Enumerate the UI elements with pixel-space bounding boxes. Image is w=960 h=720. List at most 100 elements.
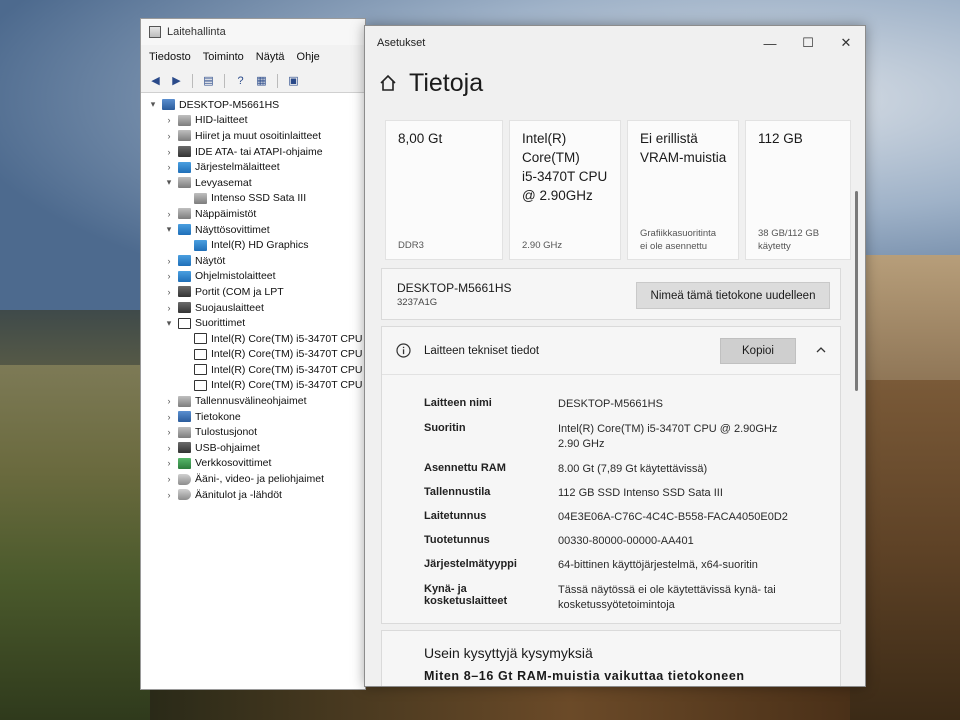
chevron-right-icon[interactable]: › [163,396,175,406]
tree-device[interactable]: Intenso SSD Sata III [141,191,365,207]
cpu-card-value: Intel(R) Core(TM) i5-3470T CPU @ 2.90GHz [522,131,608,203]
tree-category[interactable]: › Tulostusjonot [141,424,365,440]
tree-root[interactable]: ▾ DESKTOP-M5661HS [141,97,365,113]
tree-category[interactable]: › Tallennusvälineohjaimet [141,393,365,409]
tree-item-label: Portit (COM ja LPT [195,285,284,298]
spec-value[interactable]: 8.00 Gt (7,89 Gt käytettävissä) [558,462,808,477]
properties-icon[interactable]: ▤ [200,73,217,88]
tree-item-label: Intel(R) Core(TM) i5-3470T CPU [211,363,363,376]
home-icon[interactable] [379,74,397,92]
tree-category[interactable]: › Portit (COM ja LPT [141,284,365,300]
view-icon[interactable]: ▦ [253,73,270,88]
tree-category[interactable]: › Ohjelmistolaitteet [141,269,365,285]
tree-device[interactable]: Intel(R) Core(TM) i5-3470T CPU [141,347,365,363]
device-tree: ▾ DESKTOP-M5661HS › HID-laitteet › Hiiret ja … [141,93,365,689]
sound-icon [178,473,191,485]
tree-category[interactable]: › HID-laitteet [141,113,365,129]
chevron-up-icon[interactable] [814,343,828,357]
tree-category[interactable]: › IDE ATA- tai ATAPI-ohjaime [141,144,365,160]
chevron-right-icon[interactable]: › [163,474,175,484]
rename-pc-button[interactable]: Nimeä tämä tietokone uudelleen [636,282,830,309]
settings-window-title: Asetukset [377,37,426,49]
tree-category[interactable]: › Näytöt [141,253,365,269]
tree-device[interactable]: Intel(R) Core(TM) i5-3470T CPU [141,378,365,394]
cpu-card: Intel(R) Core(TM) i5-3470T CPU @ 2.90GHz… [509,120,621,260]
settings-titlebar[interactable]: Asetukset — ☐ ✕ [365,26,865,60]
device-manager-title: Laitehallinta [167,26,226,38]
chevron-right-icon[interactable]: › [163,412,175,422]
ram-card-sub: DDR3 [398,240,424,251]
device-manager-titlebar[interactable]: Laitehallinta [141,19,365,45]
scan-hardware-icon[interactable]: ▣ [285,73,302,88]
chevron-down-icon[interactable]: ▾ [147,99,159,110]
chevron-right-icon[interactable]: › [163,271,175,281]
spec-value[interactable]: Intel(R) Core(TM) i5-3470T CPU @ 2.90GHz… [558,422,808,452]
spec-value[interactable]: 04E3E06A-C76C-4C4C-B558-FACA4050E0D2 [558,510,808,525]
tree-category[interactable]: › Hiiret ja muut osoitinlaitteet [141,128,365,144]
menu-file[interactable]: Tiedosto [149,51,191,63]
tree-category[interactable]: › Tietokone [141,409,365,425]
chevron-right-icon[interactable]: › [163,287,175,297]
chevron-right-icon[interactable]: › [163,458,175,468]
device-manager-menubar: Tiedosto Toiminto Näytä Ohje [141,45,365,69]
help-icon[interactable]: ? [232,73,249,88]
faq-question-link[interactable]: Miten 8–16 Gt RAM-muistia vaikuttaa tiet… [424,669,745,683]
menu-help[interactable]: Ohje [297,51,320,63]
tree-category[interactable]: › USB-ohjaimet [141,440,365,456]
spec-value[interactable]: 00330-80000-00000-AA401 [558,534,808,549]
tree-category[interactable]: ▾ Levyasemat [141,175,365,191]
tree-item-label: Intel(R) Core(TM) i5-3470T CPU [211,379,363,392]
chevron-right-icon[interactable]: › [163,209,175,219]
tree-category[interactable]: › Näppäimistöt [141,206,365,222]
chevron-down-icon[interactable]: ▾ [163,177,175,188]
copy-button[interactable]: Kopioi [720,338,796,364]
menu-action[interactable]: Toiminto [203,51,244,63]
tree-item-label: Intel(R) Core(TM) i5-3470T CPU [211,332,363,345]
chevron-right-icon[interactable]: › [163,490,175,500]
chevron-right-icon[interactable]: › [163,256,175,266]
device-specs-header[interactable]: Laitteen tekniset tiedot Kopioi [382,327,840,375]
spec-value[interactable]: Tässä näytössä ei ole käytettävissä kynä… [558,583,808,613]
storage-card: 112 GB 38 GB/112 GB käytetty [745,120,851,260]
tree-item-label: Ohjelmistolaitteet [195,270,276,283]
spec-value[interactable]: 64-bittinen käyttöjärjestelmä, x64-suori… [558,558,808,573]
tree-device[interactable]: Intel(R) HD Graphics [141,237,365,253]
device-specs-title: Laitteen tekniset tiedot [424,344,540,357]
chevron-right-icon[interactable]: › [163,427,175,437]
forward-arrow-icon[interactable]: ▶ [168,73,185,88]
spec-value[interactable]: 112 GB SSD Intenso SSD Sata III [558,486,808,501]
tree-category[interactable]: › Ääni-, video- ja peliohjaimet [141,471,365,487]
tree-device[interactable]: Intel(R) Core(TM) i5-3470T CPU [141,331,365,347]
tree-device[interactable]: Intel(R) Core(TM) i5-3470T CPU [141,362,365,378]
system-devices-icon [178,161,191,173]
tree-category[interactable]: › Suojauslaitteet [141,300,365,316]
tree-category[interactable]: › Äänitulot ja -lähdöt [141,487,365,503]
spec-label: Kynä- ja kosketuslaitteet [424,583,508,607]
device-manager-window: Laitehallinta Tiedosto Toiminto Näytä Oh… [140,18,366,690]
tree-category[interactable]: ▾ Suorittimet [141,315,365,331]
menu-view[interactable]: Näytä [256,51,285,63]
spec-value[interactable]: DESKTOP-M5661HS [558,397,808,412]
tree-category[interactable]: › Järjestelmälaitteet [141,159,365,175]
faq-title: Usein kysyttyjä kysymyksiä [424,645,593,661]
tree-category[interactable]: ▾ Näyttösovittimet [141,222,365,238]
ram-card: 8,00 Gt DDR3 [385,120,503,260]
settings-scrollbar[interactable] [855,191,858,391]
chevron-right-icon[interactable]: › [163,162,175,172]
chevron-down-icon[interactable]: ▾ [163,224,175,235]
chevron-down-icon[interactable]: ▾ [163,318,175,329]
minimize-icon[interactable]: — [751,26,789,60]
maximize-icon[interactable]: ☐ [789,26,827,60]
chevron-right-icon[interactable]: › [163,147,175,157]
chevron-right-icon[interactable]: › [163,115,175,125]
back-arrow-icon[interactable]: ◀ [147,73,164,88]
chevron-right-icon[interactable]: › [163,303,175,313]
close-icon[interactable]: ✕ [827,26,865,60]
audio-io-icon [178,489,191,501]
desktop-valley [0,365,160,720]
spec-label: Järjestelmätyyppi [424,558,517,570]
window-controls: — ☐ ✕ [751,26,865,60]
chevron-right-icon[interactable]: › [163,443,175,453]
chevron-right-icon[interactable]: › [163,131,175,141]
tree-category[interactable]: › Verkkosovittimet [141,456,365,472]
